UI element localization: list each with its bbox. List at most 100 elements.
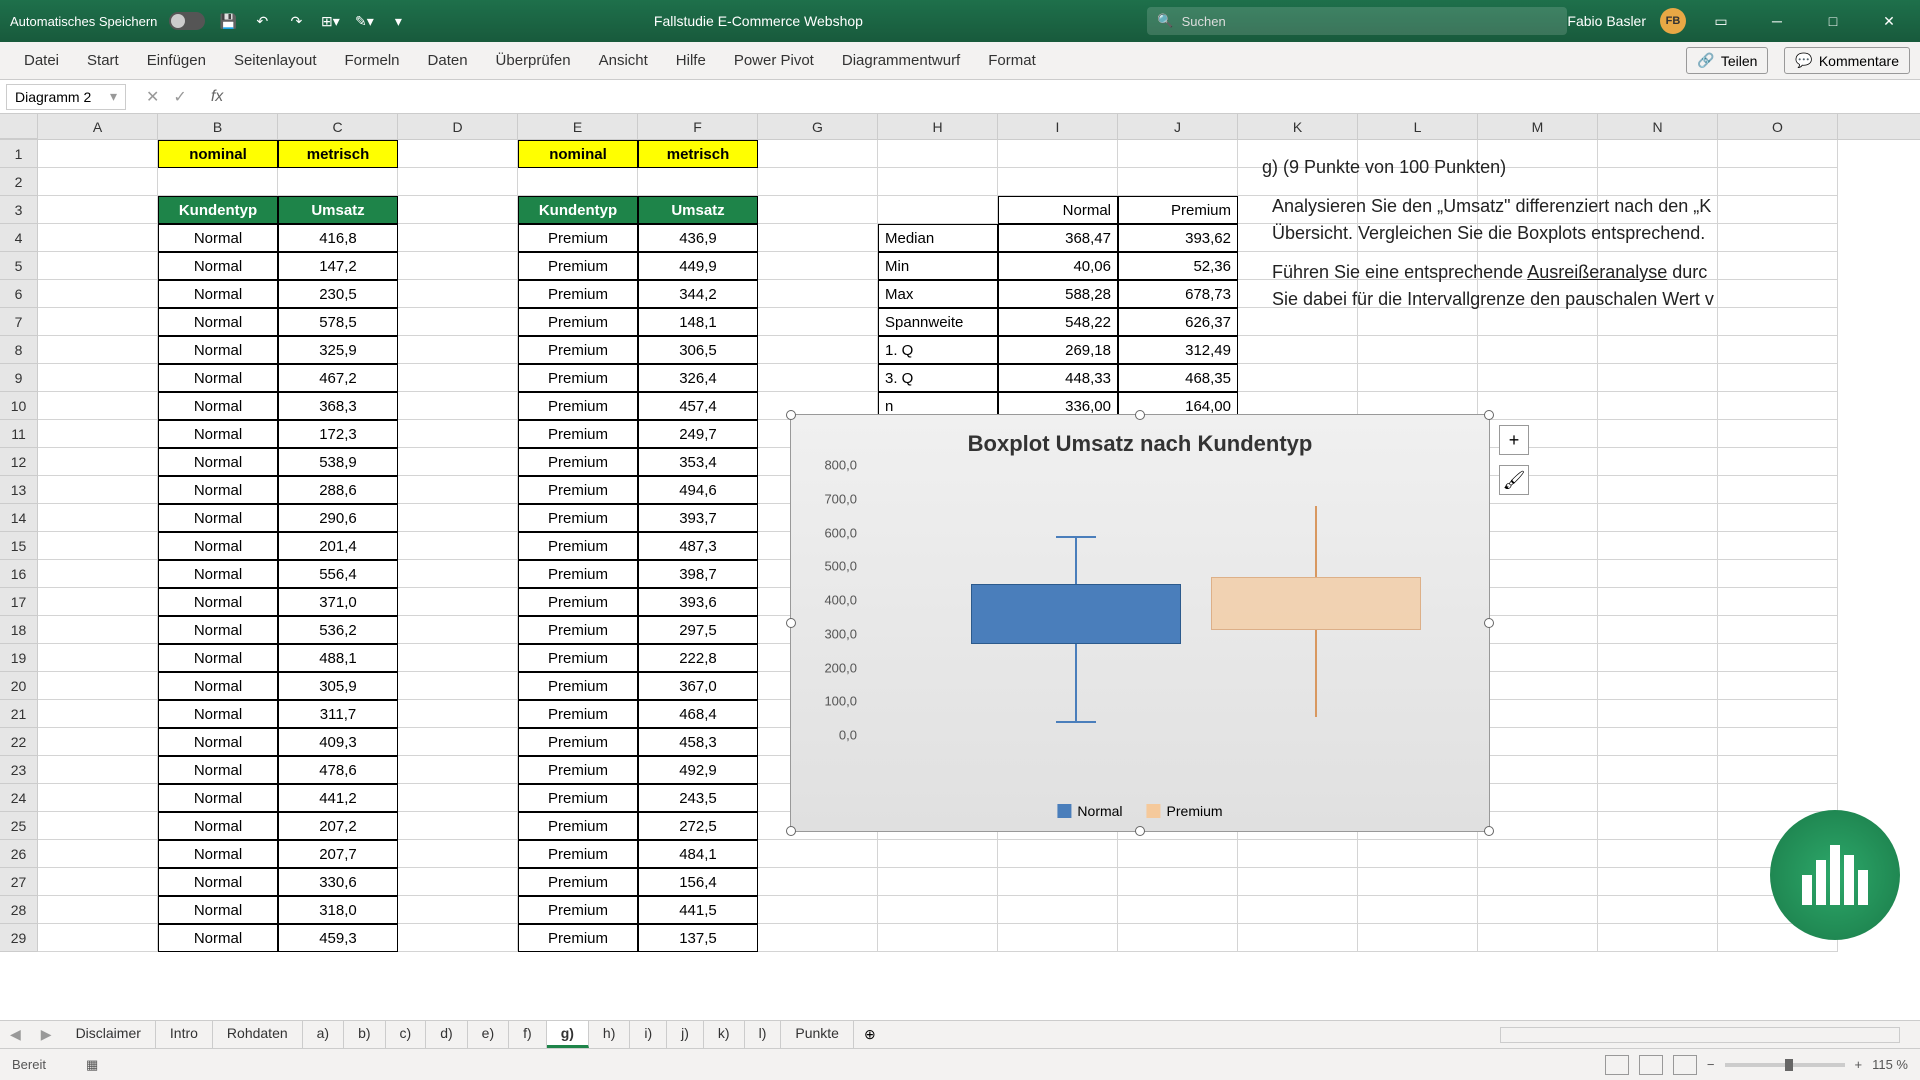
cell[interactable] (1598, 868, 1718, 896)
cell[interactable] (1718, 672, 1838, 700)
cell[interactable] (38, 812, 158, 840)
cell[interactable]: 306,5 (638, 336, 758, 364)
cell[interactable] (398, 700, 518, 728)
cell[interactable] (38, 280, 158, 308)
row-header-14[interactable]: 14 (0, 504, 38, 532)
user-avatar[interactable]: FB (1660, 8, 1686, 34)
cell[interactable]: 494,6 (638, 476, 758, 504)
row-header-24[interactable]: 24 (0, 784, 38, 812)
cell[interactable]: 441,5 (638, 896, 758, 924)
cell[interactable] (758, 364, 878, 392)
cell[interactable] (1478, 644, 1598, 672)
row-header-5[interactable]: 5 (0, 252, 38, 280)
minimize-icon[interactable]: ─ (1756, 0, 1798, 42)
cell[interactable] (38, 700, 158, 728)
cell[interactable] (1598, 756, 1718, 784)
col-header-D[interactable]: D (398, 114, 518, 139)
sheet-nav-next-icon[interactable]: ▶ (31, 1026, 62, 1043)
chevron-down-icon[interactable]: ▾ (110, 88, 117, 105)
row-header-25[interactable]: 25 (0, 812, 38, 840)
cell[interactable] (1118, 840, 1238, 868)
cell[interactable]: 678,73 (1118, 280, 1238, 308)
cell[interactable] (38, 140, 158, 168)
cell[interactable]: 588,28 (998, 280, 1118, 308)
chart-handle[interactable] (786, 410, 796, 420)
cell[interactable] (1358, 868, 1478, 896)
cell[interactable]: Premium (518, 252, 638, 280)
cell[interactable]: 398,7 (638, 560, 758, 588)
cell[interactable] (1718, 448, 1838, 476)
cell[interactable]: 290,6 (278, 504, 398, 532)
redo-icon[interactable]: ↷ (285, 10, 307, 32)
select-all-cell[interactable] (0, 114, 38, 139)
cell[interactable]: 305,9 (278, 672, 398, 700)
cell[interactable] (38, 448, 158, 476)
fx-icon[interactable]: fx (211, 88, 223, 106)
cell[interactable] (1478, 448, 1598, 476)
cell[interactable] (1598, 448, 1718, 476)
cell[interactable]: Normal (158, 616, 278, 644)
cell[interactable]: 318,0 (278, 896, 398, 924)
cell[interactable]: Median (878, 224, 998, 252)
cell[interactable] (398, 924, 518, 952)
col-header-N[interactable]: N (1598, 114, 1718, 139)
formula-enter-icon[interactable]: ✓ (173, 87, 186, 107)
cell[interactable]: Normal (158, 476, 278, 504)
cell[interactable]: nominal (158, 140, 278, 168)
col-header-I[interactable]: I (998, 114, 1118, 139)
cell[interactable]: Normal (158, 420, 278, 448)
cell[interactable] (38, 672, 158, 700)
cell[interactable]: 488,1 (278, 644, 398, 672)
cell[interactable]: Normal (158, 392, 278, 420)
save-icon[interactable]: 💾 (217, 10, 239, 32)
cell[interactable] (398, 812, 518, 840)
sheet-tab[interactable]: e) (468, 1021, 509, 1048)
horizontal-scrollbar[interactable] (1500, 1027, 1900, 1043)
cell[interactable] (1718, 616, 1838, 644)
ribbon-tab-start[interactable]: Start (73, 42, 133, 80)
cell[interactable] (1478, 756, 1598, 784)
chart-handle[interactable] (1484, 410, 1494, 420)
cell[interactable]: 249,7 (638, 420, 758, 448)
row-header-4[interactable]: 4 (0, 224, 38, 252)
row-header-8[interactable]: 8 (0, 336, 38, 364)
cell[interactable]: 272,5 (638, 812, 758, 840)
cell[interactable]: 367,0 (638, 672, 758, 700)
cell[interactable]: 416,8 (278, 224, 398, 252)
cell[interactable] (398, 616, 518, 644)
cell[interactable] (398, 252, 518, 280)
ribbon-tab-seitenlayout[interactable]: Seitenlayout (220, 42, 331, 80)
ribbon-tab-formeln[interactable]: Formeln (331, 42, 414, 80)
cell[interactable] (758, 140, 878, 168)
sheet-tab[interactable]: k) (704, 1021, 745, 1048)
col-header-A[interactable]: A (38, 114, 158, 139)
cell[interactable] (38, 896, 158, 924)
cell[interactable] (1718, 364, 1838, 392)
ribbon-tab-diagrammentwurf[interactable]: Diagrammentwurf (828, 42, 974, 80)
cell[interactable] (1478, 588, 1598, 616)
cell[interactable]: Normal (158, 644, 278, 672)
cell[interactable] (758, 840, 878, 868)
cell[interactable]: metrisch (278, 140, 398, 168)
col-header-H[interactable]: H (878, 114, 998, 139)
name-box[interactable]: Diagramm 2 ▾ (6, 84, 126, 110)
row-header-3[interactable]: 3 (0, 196, 38, 224)
chart-handle[interactable] (1135, 410, 1145, 420)
cell[interactable]: Premium (518, 924, 638, 952)
cell[interactable] (38, 476, 158, 504)
cell[interactable] (398, 476, 518, 504)
cell[interactable] (1478, 812, 1598, 840)
cell[interactable] (1598, 560, 1718, 588)
cell[interactable] (398, 868, 518, 896)
row-header-27[interactable]: 27 (0, 868, 38, 896)
cell[interactable]: 312,49 (1118, 336, 1238, 364)
cell[interactable]: Premium (518, 588, 638, 616)
cell[interactable] (1478, 784, 1598, 812)
cell[interactable]: Premium (518, 308, 638, 336)
cell[interactable]: 297,5 (638, 616, 758, 644)
sheet-tab[interactable]: c) (386, 1021, 427, 1048)
cell[interactable]: 230,5 (278, 280, 398, 308)
cell[interactable] (878, 868, 998, 896)
cell[interactable]: Normal (158, 224, 278, 252)
cell[interactable]: 201,4 (278, 532, 398, 560)
